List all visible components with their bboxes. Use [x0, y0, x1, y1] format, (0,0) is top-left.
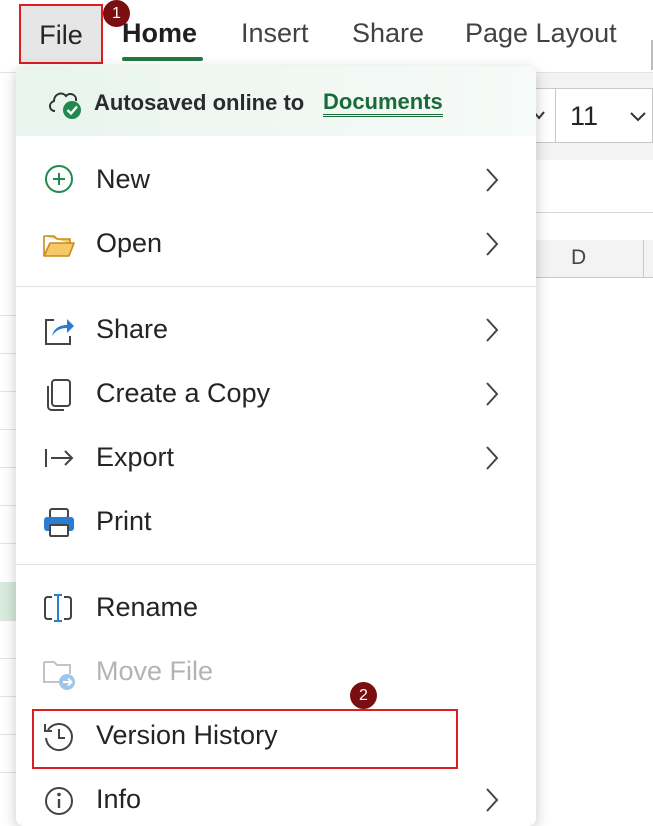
- row-header-strip: [0, 277, 17, 815]
- menu-item-create-copy[interactable]: Create a Copy: [16, 364, 536, 424]
- version-history-highlight: [32, 709, 458, 769]
- tab-file[interactable]: File: [19, 4, 103, 64]
- autosave-banner: Autosaved online to Documents: [16, 66, 536, 136]
- gridline: [0, 620, 16, 621]
- chevron-right-icon: [486, 382, 499, 406]
- menu-item-label: Share: [96, 314, 169, 344]
- rename-icon: [44, 594, 72, 622]
- gridline: [0, 391, 16, 392]
- selected-row-header: [0, 582, 16, 620]
- formula-bar[interactable]: [535, 160, 653, 213]
- gridline: [0, 696, 16, 697]
- chevron-right-icon: [486, 232, 499, 256]
- chevron-right-icon: [486, 446, 499, 470]
- menu-item-label: Open: [96, 228, 163, 258]
- chevron-down-icon: [630, 112, 646, 122]
- menu-item-label: Rename: [96, 592, 199, 622]
- column-header-d[interactable]: D: [535, 240, 653, 278]
- folder-open-icon: [43, 235, 75, 257]
- share-icon: [45, 319, 74, 345]
- tab-home[interactable]: Home: [122, 18, 197, 49]
- copy-icon: [47, 379, 71, 411]
- column-header-label: D: [571, 246, 587, 269]
- info-icon: [45, 787, 73, 815]
- menu-item-new[interactable]: New: [16, 150, 536, 210]
- menu-item-export[interactable]: Export: [16, 428, 536, 488]
- menu-item-label: Info: [96, 784, 142, 814]
- gridline: [0, 658, 16, 659]
- menu-item-info[interactable]: Info: [16, 770, 536, 826]
- export-icon: [45, 449, 74, 467]
- tab-insert[interactable]: Insert: [241, 18, 309, 49]
- menu-item-label: New: [96, 164, 151, 194]
- gridline: [0, 543, 16, 544]
- tab-share[interactable]: Share: [352, 18, 424, 49]
- menu-item-rename[interactable]: Rename: [16, 578, 536, 638]
- step-badge-2: 2: [350, 682, 377, 709]
- gridline: [0, 772, 16, 773]
- gridline: [0, 353, 16, 354]
- menu-divider: [16, 564, 536, 565]
- font-size-value: 11: [570, 101, 599, 131]
- gridline: [0, 429, 16, 430]
- tab-page-layout[interactable]: Page Layout: [465, 18, 617, 49]
- menu-item-label: Export: [96, 442, 175, 472]
- gridline: [0, 505, 16, 506]
- gridline: [0, 467, 16, 468]
- menu-item-move-file: Move File: [16, 642, 536, 702]
- gridline: [0, 734, 16, 735]
- menu-item-label: Print: [96, 506, 152, 536]
- menu-divider: [16, 286, 536, 287]
- column-divider: [643, 240, 644, 277]
- move-file-icon: [43, 661, 75, 690]
- autosave-text: Autosaved online to: [94, 90, 305, 115]
- chevron-right-icon: [486, 788, 499, 812]
- menu-item-share[interactable]: Share: [16, 300, 536, 360]
- active-tab-indicator: [122, 57, 203, 61]
- menu-item-print[interactable]: Print: [16, 492, 536, 552]
- documents-link[interactable]: Documents: [323, 90, 443, 117]
- chevron-right-icon: [486, 168, 499, 192]
- menu-item-open[interactable]: Open: [16, 214, 536, 274]
- menu-item-label: Move File: [96, 656, 214, 686]
- menu-item-label: Create a Copy: [96, 378, 271, 408]
- chevron-right-icon: [486, 318, 499, 342]
- printer-icon: [44, 508, 74, 537]
- plus-circle-icon: [45, 165, 73, 193]
- ribbon-tab-bar: File 1 Home Insert Share Page Layout: [0, 0, 653, 73]
- font-size-dropdown[interactable]: 11: [555, 88, 653, 143]
- gridline: [0, 315, 16, 316]
- cloud-check-icon: [49, 92, 81, 119]
